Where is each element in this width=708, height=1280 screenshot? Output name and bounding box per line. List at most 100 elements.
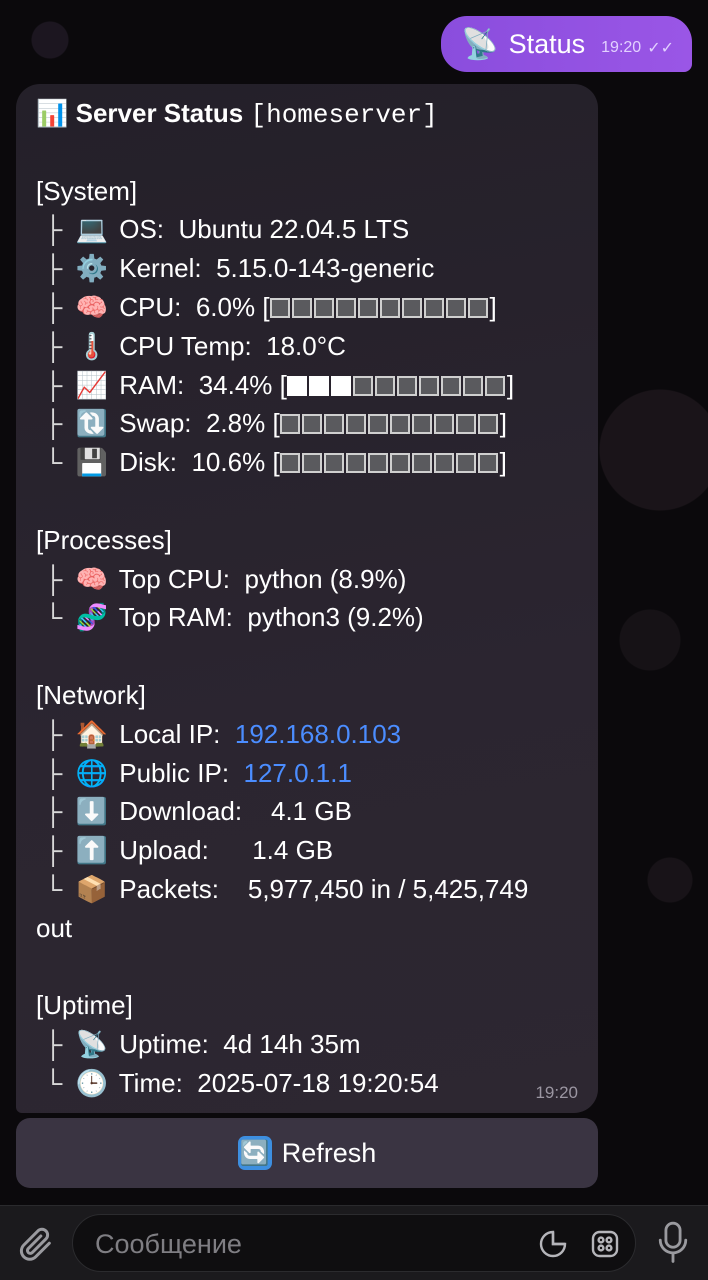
usage-bar-cell: [374, 375, 395, 396]
chart-increasing-icon: 📈: [75, 369, 109, 400]
dna-icon: 🧬: [75, 602, 109, 633]
satellite-icon: 📡: [75, 1029, 109, 1060]
row-public-ip: ├ 🌐 Public IP: 127.0.1.1: [36, 754, 578, 793]
thermometer-icon: 🌡️: [75, 330, 109, 361]
paperclip-icon[interactable]: [16, 1224, 56, 1264]
usage-bar-cell: [477, 453, 498, 474]
section-header-system: [System]: [36, 175, 138, 206]
row-upload: ├ ⬆️ Upload: 1.4 GB: [36, 831, 578, 870]
emoji-keyboard-icon[interactable]: [589, 1228, 621, 1260]
usage-bar-cell: [345, 414, 366, 435]
brain-icon: 🧠: [75, 291, 109, 322]
row-packets: └ 📦 Packets: 5,977,450 in / 5,425,749: [36, 870, 578, 909]
usage-bar-cell: [323, 414, 344, 435]
message-input-bar: [0, 1205, 708, 1280]
usage-bar-cell: [286, 375, 307, 396]
message-input[interactable]: [95, 1225, 515, 1263]
row-disk: └ 💾 Disk: 10.6% []: [36, 443, 578, 482]
disk-usage-bar: []: [272, 447, 507, 478]
usage-bar-cell: [411, 453, 432, 474]
message-field: [72, 1214, 636, 1272]
row-cpu: ├ 🧠 CPU: 6.0% []: [36, 288, 578, 327]
sticker-icon[interactable]: [537, 1228, 569, 1260]
usage-bar-cell: [445, 297, 466, 318]
usage-bar-cell: [301, 414, 322, 435]
row-cpu-temp: ├ 🌡️ CPU Temp: 18.0°C: [36, 327, 578, 366]
ram-usage-bar: []: [279, 369, 515, 400]
row-time: └ 🕒 Time: 2025-07-18 19:20:54: [36, 1064, 578, 1103]
row-local-ip: ├ 🏠 Local IP: 192.168.0.103: [36, 715, 578, 754]
brain-icon: 🧠: [75, 563, 109, 594]
usage-bar-cell: [313, 297, 334, 318]
message-title: 📊 Server Status [homeserver]: [36, 98, 438, 130]
usage-bar-cell: [455, 453, 476, 474]
section-header-processes: [Processes]: [36, 524, 172, 555]
outgoing-message-time: 19:20: [601, 39, 642, 56]
usage-bar-cell: [367, 453, 388, 474]
usage-bar-cell: [279, 414, 300, 435]
usage-bar-cell: [462, 375, 483, 396]
row-ram: ├ 📈 RAM: 34.4% []: [36, 366, 578, 405]
usage-bar-cell: [396, 375, 417, 396]
down-arrow-icon: ⬇️: [75, 796, 109, 827]
usage-bar-cell: [484, 375, 505, 396]
usage-bar-cell: [467, 297, 488, 318]
outgoing-message-text: Status: [508, 28, 586, 59]
refresh-icon: 🔄: [237, 1136, 272, 1170]
read-checkmarks-icon: ✓✓: [647, 40, 674, 57]
usage-bar-cell: [308, 375, 329, 396]
package-icon: 📦: [75, 873, 109, 904]
row-top-ram: └ 🧬 Top RAM: python3 (9.2%): [36, 598, 578, 637]
usage-bar-cell: [291, 297, 312, 318]
usage-bar-cell: [455, 414, 476, 435]
usage-bar-cell: [389, 453, 410, 474]
refresh-arrows-icon: 🔃: [75, 408, 109, 439]
house-icon: 🏠: [75, 718, 109, 749]
usage-bar-cell: [423, 297, 444, 318]
usage-bar-cell: [433, 414, 454, 435]
refresh-button[interactable]: 🔄 Refresh: [16, 1118, 598, 1188]
cpu-usage-bar: []: [262, 291, 497, 322]
public-ip-link[interactable]: 127.0.1.1: [244, 758, 352, 788]
gear-icon: ⚙️: [75, 253, 109, 284]
usage-bar-cell: [477, 414, 498, 435]
row-top-cpu: ├ 🧠 Top CPU: python (8.9%): [36, 560, 578, 599]
floppy-disk-icon: 💾: [75, 447, 109, 478]
usage-bar-cell: [301, 453, 322, 474]
row-kernel: ├ ⚙️ Kernel: 5.15.0-143-generic: [36, 249, 578, 288]
usage-bar-cell: [357, 297, 378, 318]
satellite-icon: 📡: [461, 27, 499, 61]
usage-bar-cell: [352, 375, 373, 396]
row-download: ├ ⬇️ Download: 4.1 GB: [36, 792, 578, 831]
row-uptime: ├ 📡 Uptime: 4d 14h 35m: [36, 1025, 578, 1064]
refresh-button-label: Refresh: [281, 1137, 377, 1168]
swap-usage-bar: []: [272, 408, 507, 439]
row-os: ├ 💻 OS: Ubuntu 22.04.5 LTS: [36, 210, 578, 249]
usage-bar-cell: [323, 453, 344, 474]
host-name: [homeserver]: [250, 100, 438, 130]
local-ip-link[interactable]: 192.168.0.103: [235, 719, 401, 749]
usage-bar-cell: [379, 297, 400, 318]
microphone-icon[interactable]: [656, 1220, 690, 1266]
section-header-uptime: [Uptime]: [36, 990, 133, 1021]
usage-bar-cell: [418, 375, 439, 396]
usage-bar-cell: [345, 453, 366, 474]
up-arrow-icon: ⬆️: [75, 835, 109, 866]
usage-bar-cell: [367, 414, 388, 435]
laptop-icon: 💻: [75, 214, 109, 245]
message-time: 19:20: [535, 1083, 578, 1102]
usage-bar-cell: [411, 414, 432, 435]
usage-bar-cell: [433, 453, 454, 474]
outgoing-message-bubble[interactable]: 📡 Status 19:20 ✓✓: [441, 16, 692, 72]
row-swap: ├ 🔃 Swap: 2.8% []: [36, 404, 578, 443]
usage-bar-cell: [389, 414, 410, 435]
status-message-bubble[interactable]: 📊 Server Status [homeserver] [System] ├ 💻…: [16, 84, 598, 1113]
usage-bar-cell: [279, 453, 300, 474]
bar-chart-icon: 📊: [36, 98, 69, 128]
usage-bar-cell: [269, 297, 290, 318]
usage-bar-cell: [330, 375, 351, 396]
usage-bar-cell: [401, 297, 422, 318]
clock-icon: 🕒: [75, 1067, 109, 1098]
usage-bar-cell: [335, 297, 356, 318]
globe-icon: 🌐: [75, 757, 109, 788]
